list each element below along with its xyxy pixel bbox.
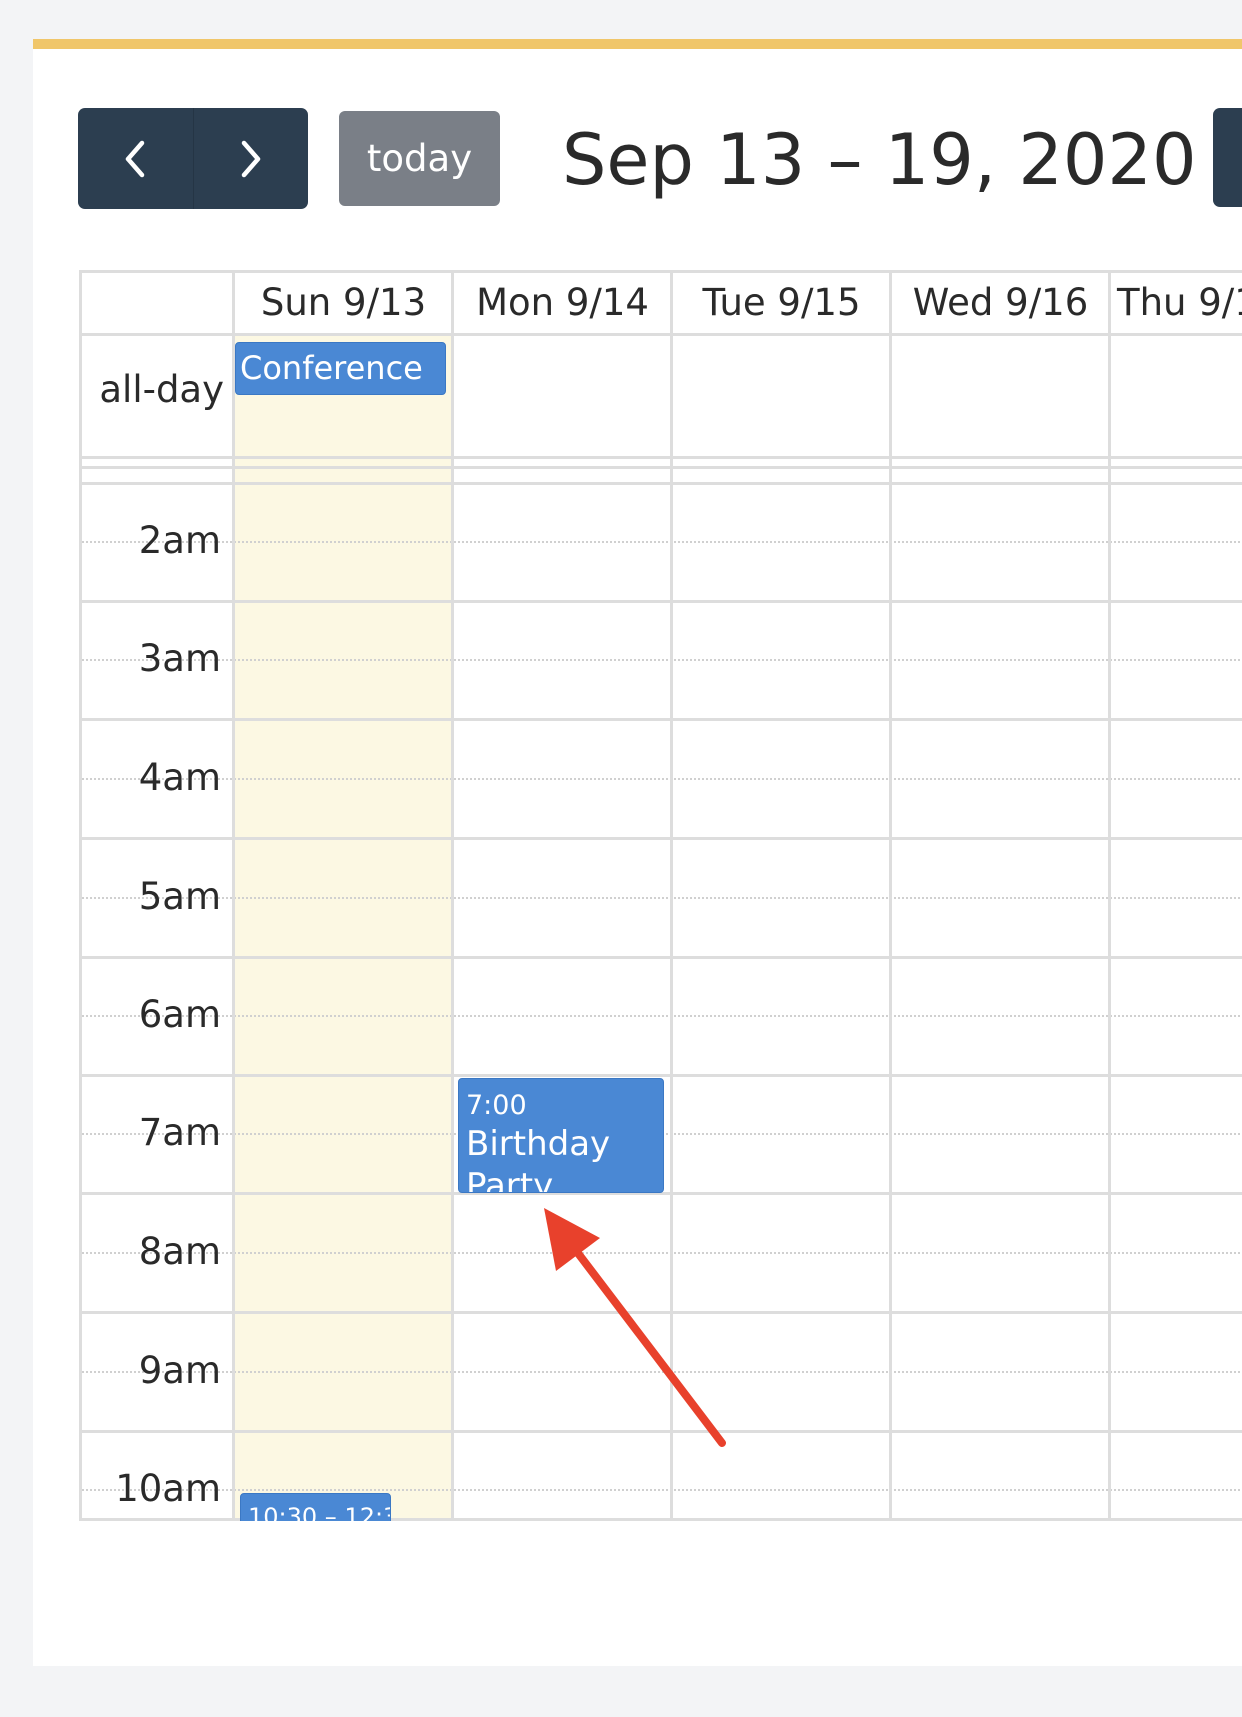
day-header-wed[interactable]: Wed 9/16 bbox=[891, 270, 1110, 334]
allday-event-conference[interactable]: Conference bbox=[235, 342, 446, 395]
grid-line bbox=[1108, 270, 1111, 1521]
chevron-left-icon bbox=[126, 140, 145, 177]
grid-line bbox=[79, 466, 1242, 469]
event-title: Birthday Party bbox=[466, 1124, 611, 1193]
grid-line bbox=[79, 1311, 1242, 1314]
time-label-3am: 3am bbox=[138, 637, 221, 680]
event-birthday-party[interactable]: 7:00 Birthday Party bbox=[458, 1078, 664, 1193]
grid-line bbox=[79, 837, 1242, 840]
event-time: 10:30 – 12:30 bbox=[248, 1503, 390, 1521]
grid-line bbox=[232, 270, 235, 1521]
half-hour-line bbox=[79, 659, 1242, 661]
day-header-thu[interactable]: Thu 9/17 bbox=[1110, 270, 1242, 334]
event-title: Conference bbox=[240, 349, 423, 387]
half-hour-line bbox=[79, 541, 1242, 543]
calendar-title: Sep 13 – 19, 2020 bbox=[562, 119, 1197, 201]
grid-line bbox=[670, 270, 673, 1521]
grid-line bbox=[79, 482, 1242, 485]
prev-button[interactable] bbox=[78, 108, 193, 209]
calendar-grid: Sun 9/13 Mon 9/14 Tue 9/15 Wed 9/16 Thu … bbox=[79, 270, 1242, 1521]
event-1030[interactable]: 10:30 – 12:30 bbox=[240, 1493, 391, 1521]
time-label-9am: 9am bbox=[138, 1349, 221, 1392]
time-label-5am: 5am bbox=[138, 875, 221, 918]
allday-label: all-day bbox=[99, 368, 224, 411]
prev-next-button-group bbox=[78, 108, 308, 209]
time-label-10am: 10am bbox=[115, 1467, 221, 1510]
next-button[interactable] bbox=[192, 108, 309, 209]
half-hour-line bbox=[79, 1015, 1242, 1017]
grid-line bbox=[79, 600, 1242, 603]
today-column-highlight bbox=[234, 333, 453, 1521]
half-hour-line bbox=[79, 778, 1242, 780]
time-label-4am: 4am bbox=[138, 756, 221, 799]
event-time: 7:00 bbox=[466, 1090, 527, 1121]
chevron-right-icon bbox=[241, 140, 260, 177]
grid-line bbox=[79, 718, 1242, 721]
grid-line bbox=[79, 456, 1242, 459]
day-header-tue[interactable]: Tue 9/15 bbox=[672, 270, 891, 334]
time-label-6am: 6am bbox=[138, 993, 221, 1036]
half-hour-line bbox=[79, 1252, 1242, 1254]
grid-line bbox=[79, 1074, 1242, 1077]
time-label-2am: 2am bbox=[138, 519, 221, 562]
grid-line bbox=[79, 956, 1242, 959]
day-header-mon[interactable]: Mon 9/14 bbox=[453, 270, 672, 334]
grid-line bbox=[79, 1430, 1242, 1433]
view-switch-button[interactable] bbox=[1213, 108, 1242, 207]
time-label-7am: 7am bbox=[138, 1111, 221, 1154]
today-button[interactable]: today bbox=[339, 111, 500, 206]
half-hour-line bbox=[79, 1371, 1242, 1373]
time-label-8am: 8am bbox=[138, 1230, 221, 1273]
day-header-sun[interactable]: Sun 9/13 bbox=[234, 270, 453, 334]
half-hour-line bbox=[79, 897, 1242, 899]
grid-line bbox=[889, 270, 892, 1521]
grid-line bbox=[451, 270, 454, 1521]
half-hour-line bbox=[79, 1489, 1242, 1491]
